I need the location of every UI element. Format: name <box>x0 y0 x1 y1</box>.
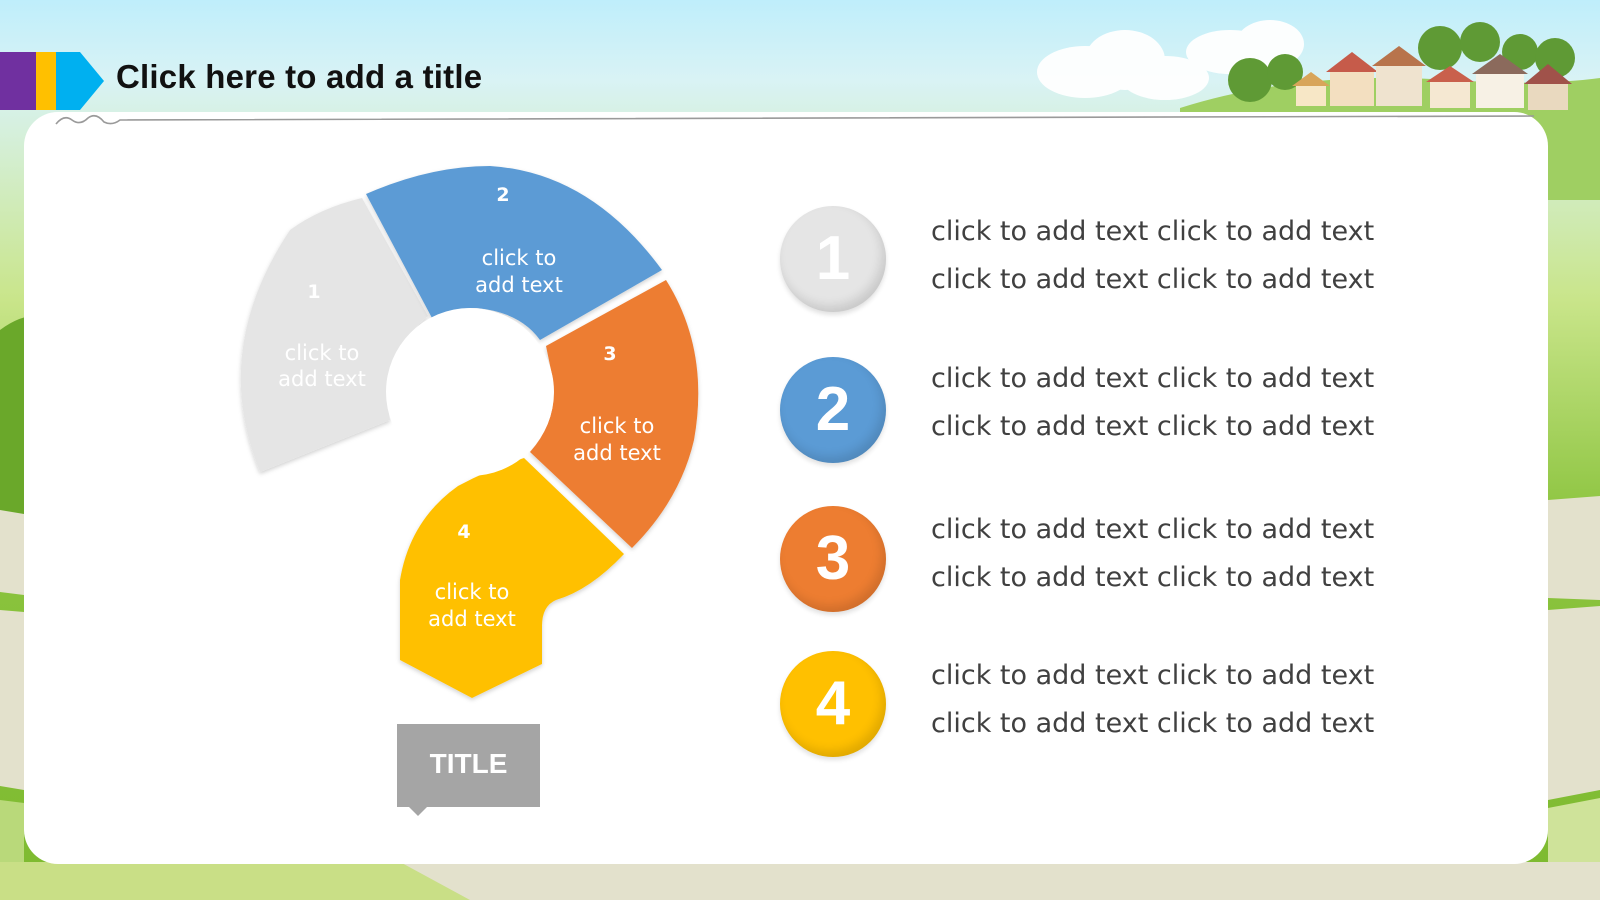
segment-2-line1: click to <box>482 246 557 270</box>
list-item-2-line2[interactable]: click to add text click to add text <box>931 411 1374 442</box>
list-item-2-line1[interactable]: click to add text click to add text <box>931 363 1374 394</box>
segment-1-line2: add text <box>278 367 366 391</box>
number-badge-3: 3 <box>780 506 886 612</box>
list-item-4-line2[interactable]: click to add text click to add text <box>931 708 1374 739</box>
squiggle-divider <box>55 114 1535 125</box>
slide-title[interactable]: Click here to add a title <box>116 58 482 96</box>
segment-2-number: 2 <box>496 184 509 206</box>
accent-yellow-block <box>36 52 56 110</box>
accent-blue-arrow <box>56 52 104 110</box>
list-item-2: 2 click to add text click to add text cl… <box>780 357 1480 463</box>
segment-1-line1: click to <box>285 341 360 365</box>
segment-3-line1: click to <box>580 414 655 438</box>
segment-3-number: 3 <box>603 343 616 365</box>
number-badge-2: 2 <box>780 357 886 463</box>
list-item-1: 1 click to add text click to add text cl… <box>780 206 1480 312</box>
list-item-1-line2[interactable]: click to add text click to add text <box>931 264 1374 295</box>
list-item-3: 3 click to add text click to add text cl… <box>780 506 1480 612</box>
question-mark-diagram: 1 click to add text 2 click to add text … <box>240 166 699 698</box>
segment-4-line1: click to <box>435 580 510 604</box>
number-badge-1: 1 <box>780 206 886 312</box>
list-item-1-line1[interactable]: click to add text click to add text <box>931 216 1374 247</box>
center-hole <box>386 308 554 476</box>
title-tag[interactable]: TITLE <box>397 724 540 816</box>
list-item-3-line1[interactable]: click to add text click to add text <box>931 514 1374 545</box>
list-item-4-line1[interactable]: click to add text click to add text <box>931 660 1374 691</box>
list-item-3-line2[interactable]: click to add text click to add text <box>931 562 1374 593</box>
segment-4-line2: add text <box>428 607 516 631</box>
accent-purple-block <box>0 52 36 110</box>
number-badge-4: 4 <box>780 651 886 757</box>
title-accent-bar <box>0 52 104 110</box>
segment-1-number: 1 <box>307 281 320 303</box>
segment-3-line2: add text <box>573 441 661 465</box>
segment-2-line2: add text <box>475 273 563 297</box>
segment-4-number: 4 <box>457 521 470 543</box>
list-item-4: 4 click to add text click to add text cl… <box>780 651 1480 757</box>
